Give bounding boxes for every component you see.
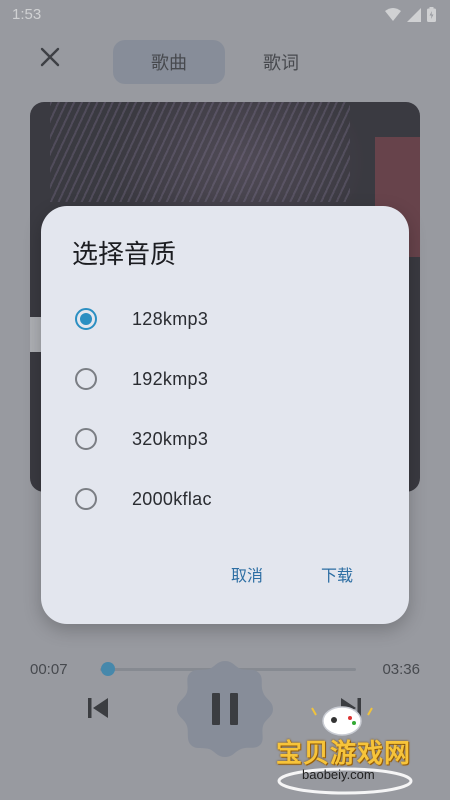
option-192kmp3[interactable]: 192kmp3: [41, 349, 409, 409]
option-label: 192kmp3: [132, 368, 209, 389]
download-button[interactable]: 下载: [321, 562, 353, 586]
cancel-button[interactable]: 取消: [231, 562, 263, 586]
option-128kmp3[interactable]: 128kmp3: [41, 289, 409, 349]
radio-unselected-icon[interactable]: [75, 368, 97, 390]
quality-dialog: 选择音质 128kmp3 192kmp3 320kmp3 2000kflac 取…: [41, 206, 409, 624]
watermark: 宝贝游戏网 baobeiy.com: [270, 705, 420, 795]
dialog-title: 选择音质: [72, 240, 177, 270]
watermark-text: 宝贝游戏网: [276, 739, 412, 769]
watermark-url: baobeiy.com: [302, 767, 375, 782]
option-label: 320kmp3: [132, 428, 209, 449]
option-label: 2000kflac: [132, 488, 212, 509]
radio-unselected-icon[interactable]: [75, 428, 97, 450]
option-label: 128kmp3: [132, 308, 209, 329]
radio-unselected-icon[interactable]: [75, 488, 97, 510]
radio-selected-icon[interactable]: [75, 308, 97, 330]
option-320kmp3[interactable]: 320kmp3: [41, 409, 409, 469]
option-2000kflac[interactable]: 2000kflac: [41, 469, 409, 529]
